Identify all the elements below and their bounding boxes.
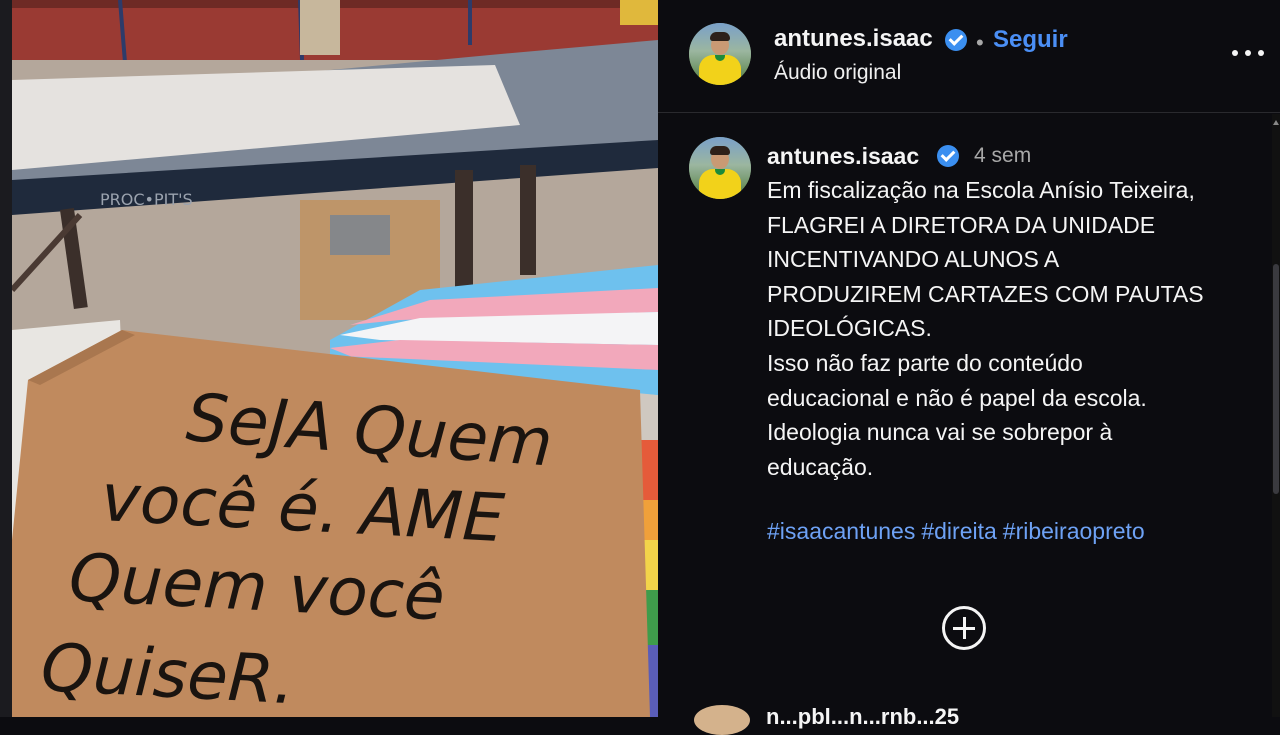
more-options-icon[interactable]	[1228, 36, 1268, 68]
svg-text:PROC•PIT'S: PROC•PIT'S	[100, 190, 193, 209]
separator-dot: •	[976, 30, 984, 55]
post-side-panel: antunes.isaac • Seguir Áudio original an…	[658, 0, 1280, 735]
verified-badge-icon	[945, 29, 967, 51]
scrollbar-thumb[interactable]	[1273, 264, 1279, 494]
next-comment-username[interactable]: n...pbl...n...rnb...25	[766, 704, 959, 730]
hashtag-link[interactable]: #direita	[921, 518, 996, 544]
follow-button[interactable]: Seguir	[993, 26, 1068, 54]
author-avatar[interactable]	[689, 23, 751, 85]
verified-badge-icon	[937, 145, 959, 167]
post-photo: PROC•PIT'S SeJA Quem você é. AME Quem vo…	[0, 0, 658, 717]
post-time[interactable]: 4 sem	[974, 144, 1031, 168]
hashtag-link[interactable]: #isaacantunes	[767, 518, 915, 544]
scroll-up-arrow-icon[interactable]	[1273, 120, 1279, 125]
hashtag-link[interactable]: #ribeiraopreto	[1003, 518, 1145, 544]
sign-line-4: QuiseR.	[39, 629, 297, 717]
media-left-edge	[0, 0, 12, 717]
author-username[interactable]: antunes.isaac	[774, 25, 933, 53]
hashtags: #isaacantunes #direita #ribeiraopreto	[767, 518, 1151, 545]
caption-author-avatar[interactable]	[689, 137, 751, 199]
scrollbar[interactable]	[1272, 114, 1280, 717]
caption-text: Em fiscalização na Escola Anísio Teixeir…	[767, 177, 1204, 480]
add-comment-icon[interactable]	[942, 606, 986, 650]
post-media[interactable]: PROC•PIT'S SeJA Quem você é. AME Quem vo…	[0, 0, 658, 717]
post-header: antunes.isaac • Seguir Áudio original	[658, 0, 1280, 113]
next-comment-avatar[interactable]	[694, 705, 750, 735]
caption-username[interactable]: antunes.isaac	[767, 143, 919, 170]
audio-link[interactable]: Áudio original	[774, 61, 901, 85]
